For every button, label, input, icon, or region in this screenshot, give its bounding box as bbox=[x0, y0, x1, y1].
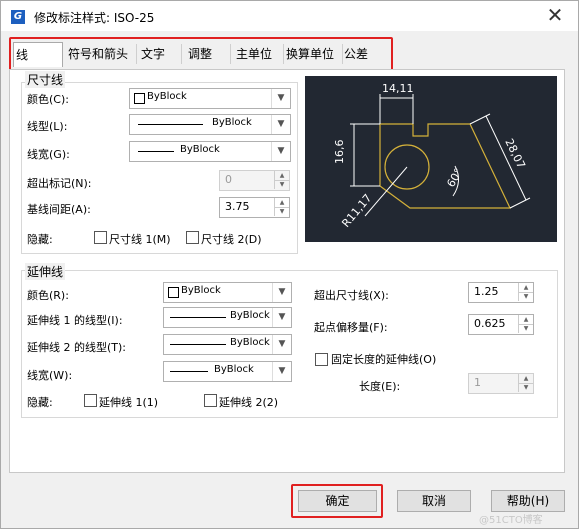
ext-lineweight-label: 线宽(W): bbox=[27, 369, 73, 382]
preview-dim-left: 16,6 bbox=[333, 140, 346, 165]
chevron-down-icon: ▼ bbox=[272, 283, 291, 302]
suppress-ext-line2-checkbox[interactable] bbox=[204, 394, 217, 407]
ext-lt2-label: 延伸线 2 的线型(T): bbox=[27, 341, 126, 354]
suppress-dim-line2-checkbox[interactable] bbox=[186, 231, 199, 244]
spin-down-icon[interactable]: ▼ bbox=[274, 180, 289, 189]
tab-highlight-box bbox=[9, 37, 393, 73]
spin-down-icon[interactable]: ▼ bbox=[518, 292, 533, 301]
suppress-ext-line1-checkbox[interactable] bbox=[84, 394, 97, 407]
modify-dimension-style-dialog: G 修改标注样式: ISO-25 ✕ 线 符号和箭头 文字 调整 主单位 换算单… bbox=[0, 0, 579, 529]
dim-lines-group-title: 尺寸线 bbox=[25, 71, 66, 88]
ext-lines-group-title: 延伸线 bbox=[25, 263, 66, 280]
color-swatch bbox=[168, 287, 179, 298]
watermark: @51CTO博客 bbox=[479, 515, 543, 526]
beyond-dim-spinner[interactable]: 1.25 ▲ ▼ bbox=[468, 282, 534, 303]
baseline-spacing-spinner[interactable]: 3.75 ▲ ▼ bbox=[219, 197, 290, 218]
length-spinner[interactable]: 1 ▲ ▼ bbox=[468, 373, 534, 394]
fixed-length-checkbox[interactable] bbox=[315, 353, 328, 366]
preview-drawing: 14,11 16,6 28,07 60° R11,17 bbox=[333, 82, 531, 230]
preview-dim-right: 28,07 bbox=[502, 137, 527, 171]
ext-suppress-label: 隐藏: bbox=[27, 396, 53, 409]
origin-offset-label: 起点偏移量(F): bbox=[314, 321, 388, 334]
suppress-dim-line1-label: 尺寸线 1(M) bbox=[109, 233, 171, 246]
dim-lineweight-select[interactable]: ByBlock ▼ bbox=[129, 141, 291, 162]
length-label: 长度(E): bbox=[359, 380, 401, 393]
preview-canvas: 14,11 16,6 28,07 60° R11,17 bbox=[305, 76, 557, 242]
suppress-ext-line1-label: 延伸线 1(1) bbox=[99, 396, 159, 409]
window-title: 修改标注样式: ISO-25 bbox=[34, 11, 155, 25]
extend-ticks-label: 超出标记(N): bbox=[27, 177, 92, 190]
fixed-length-label: 固定长度的延伸线(O) bbox=[331, 353, 437, 366]
spin-down-icon[interactable]: ▼ bbox=[518, 324, 533, 333]
ext-lt1-label: 延伸线 1 的线型(I): bbox=[27, 314, 123, 327]
suppress-ext-line2-label: 延伸线 2(2) bbox=[219, 396, 279, 409]
suppress-dim-line1-checkbox[interactable] bbox=[94, 231, 107, 244]
chevron-down-icon: ▼ bbox=[272, 362, 291, 381]
dim-lineweight-label: 线宽(G): bbox=[27, 148, 70, 161]
chevron-down-icon: ▼ bbox=[271, 89, 290, 108]
spin-down-icon[interactable]: ▼ bbox=[518, 383, 533, 392]
ext-lt2-select[interactable]: ByBlock ▼ bbox=[163, 334, 292, 355]
chevron-down-icon: ▼ bbox=[272, 335, 291, 354]
ext-color-select[interactable]: ByBlock ▼ bbox=[163, 282, 292, 303]
line-sample bbox=[170, 317, 226, 318]
dim-color-label: 颜色(C): bbox=[27, 93, 69, 106]
chevron-down-icon: ▼ bbox=[271, 115, 290, 134]
app-icon: G bbox=[11, 10, 25, 24]
dim-suppress-label: 隐藏: bbox=[27, 233, 53, 246]
ext-line-b bbox=[509, 197, 531, 209]
spin-down-icon[interactable]: ▼ bbox=[274, 207, 289, 216]
dim-linetype-select[interactable]: ByBlock ▼ bbox=[129, 114, 291, 135]
color-swatch bbox=[134, 93, 145, 104]
preview-dim-angle: 60° bbox=[444, 166, 465, 189]
chevron-down-icon: ▼ bbox=[272, 308, 291, 327]
part-outline bbox=[379, 123, 511, 209]
chevron-down-icon: ▼ bbox=[271, 142, 290, 161]
help-button[interactable]: 帮助(H) bbox=[491, 490, 565, 512]
ext-lineweight-select[interactable]: ByBlock ▼ bbox=[163, 361, 292, 382]
title-bar: G 修改标注样式: ISO-25 ✕ bbox=[1, 1, 578, 31]
line-sample bbox=[138, 151, 174, 152]
beyond-dim-label: 超出尺寸线(X): bbox=[314, 289, 389, 302]
preview-dim-top: 14,11 bbox=[382, 82, 414, 95]
origin-offset-spinner[interactable]: 0.625 ▲ ▼ bbox=[468, 314, 534, 335]
dim-color-select[interactable]: ByBlock ▼ bbox=[129, 88, 291, 109]
ext-lt1-select[interactable]: ByBlock ▼ bbox=[163, 307, 292, 328]
close-icon[interactable]: ✕ bbox=[544, 3, 566, 27]
suppress-dim-line2-label: 尺寸线 2(D) bbox=[201, 233, 262, 246]
ok-highlight-box bbox=[291, 484, 383, 518]
baseline-spacing-label: 基线间距(A): bbox=[27, 203, 91, 216]
line-sample bbox=[170, 371, 208, 372]
dim-linetype-label: 线型(L): bbox=[27, 120, 68, 133]
extend-ticks-spinner[interactable]: 0 ▲ ▼ bbox=[219, 170, 290, 191]
ext-color-label: 颜色(R): bbox=[27, 289, 69, 302]
line-sample bbox=[138, 124, 203, 125]
cancel-button[interactable]: 取消 bbox=[397, 490, 471, 512]
line-sample bbox=[170, 344, 226, 345]
